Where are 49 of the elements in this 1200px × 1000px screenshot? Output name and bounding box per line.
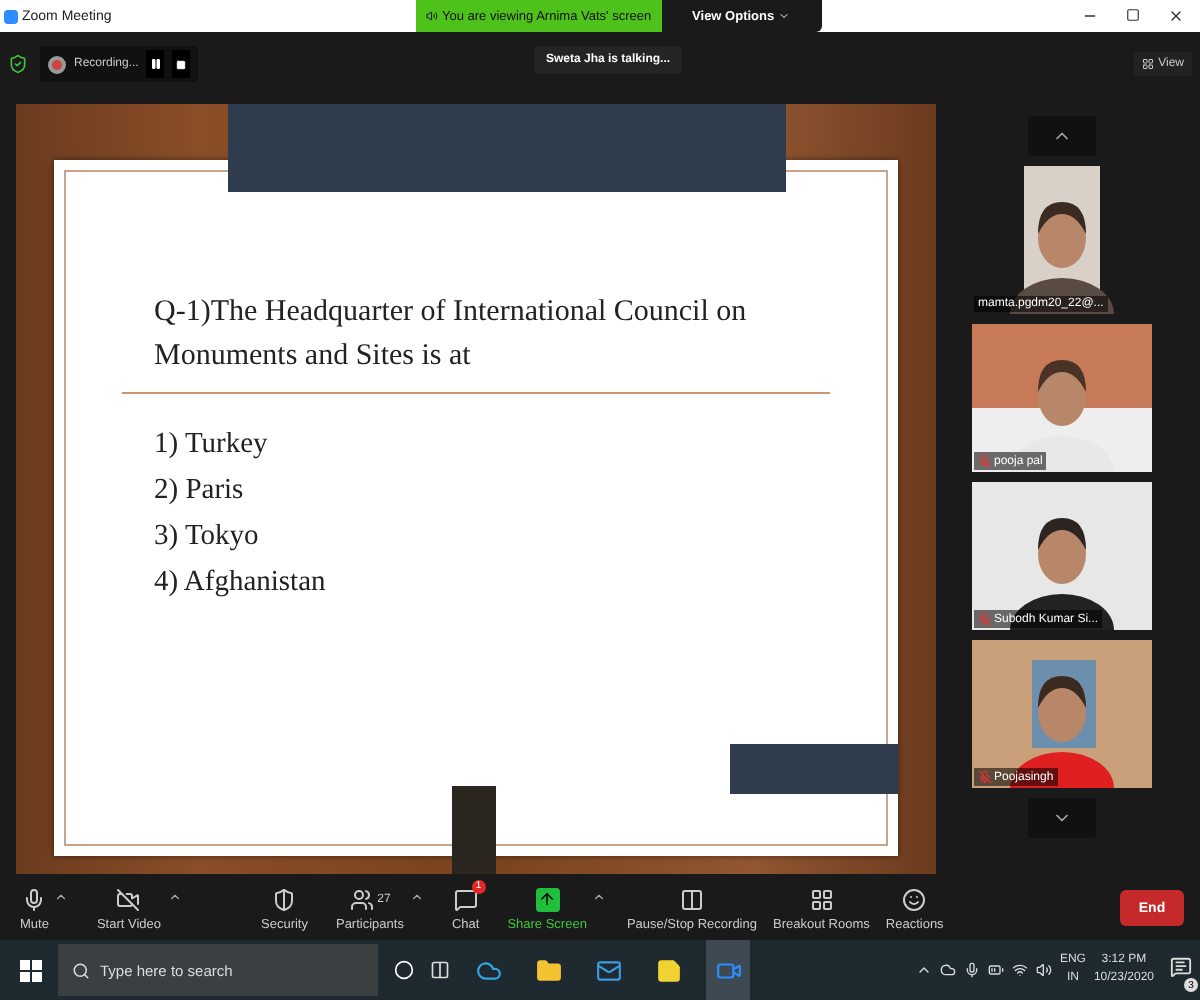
stop-icon (176, 59, 187, 69)
tray-expand-icon[interactable] (915, 962, 932, 978)
video-app-icon[interactable] (715, 957, 741, 983)
close-icon[interactable] (1168, 8, 1184, 24)
caret-icon (778, 10, 791, 22)
video-off-icon (116, 887, 141, 911)
caret-icon[interactable] (409, 889, 424, 903)
muted-mic-icon (978, 770, 992, 784)
record-dot-icon (48, 55, 66, 73)
slide-option: 4) Afghanistan (154, 560, 826, 607)
security-shield-icon[interactable] (8, 54, 28, 74)
slide-option: 1) Turkey (154, 421, 826, 468)
slide-option: 2) Paris (154, 467, 826, 514)
pause-icon (149, 58, 162, 70)
wifi-icon[interactable] (1011, 962, 1028, 978)
caret-icon[interactable] (167, 889, 181, 903)
start-icon[interactable] (20, 959, 42, 981)
volume-icon[interactable] (1035, 962, 1052, 978)
cloud-icon[interactable] (939, 962, 956, 978)
cortana-icon[interactable] (394, 960, 414, 980)
search-icon (72, 961, 90, 979)
pause-button[interactable] (146, 50, 165, 78)
grid-icon (809, 887, 834, 911)
slide-question: Q-1)The Headquarter of International Council on Monuments and Sites is at (154, 294, 749, 376)
folder-icon[interactable] (535, 957, 561, 983)
mail-icon[interactable] (595, 957, 621, 983)
muted-mic-icon (978, 612, 992, 626)
smiley-icon (902, 887, 927, 911)
slide-stand-post (452, 786, 496, 874)
app-logo-icon (4, 9, 18, 23)
task-view-icon[interactable] (430, 960, 450, 980)
microphone-icon[interactable] (963, 962, 980, 978)
share-screen-icon (535, 887, 560, 911)
maximize-icon[interactable] (1126, 8, 1140, 22)
microphone-icon (22, 887, 47, 911)
muted-mic-icon (978, 454, 992, 468)
people-icon (349, 887, 374, 911)
shield-icon (272, 887, 297, 911)
caret-icon[interactable] (54, 889, 69, 903)
stop-button[interactable] (172, 50, 191, 78)
sticky-note-icon[interactable] (655, 957, 681, 983)
slide-option: 3) Tokyo (154, 513, 826, 561)
notification-icon (1170, 956, 1192, 978)
caret-icon[interactable] (592, 889, 607, 903)
battery-icon[interactable] (987, 962, 1004, 978)
pause-stop-icon (679, 887, 704, 911)
chat-icon (453, 887, 478, 911)
speaker-icon (426, 10, 438, 22)
grid-icon (1142, 58, 1155, 70)
